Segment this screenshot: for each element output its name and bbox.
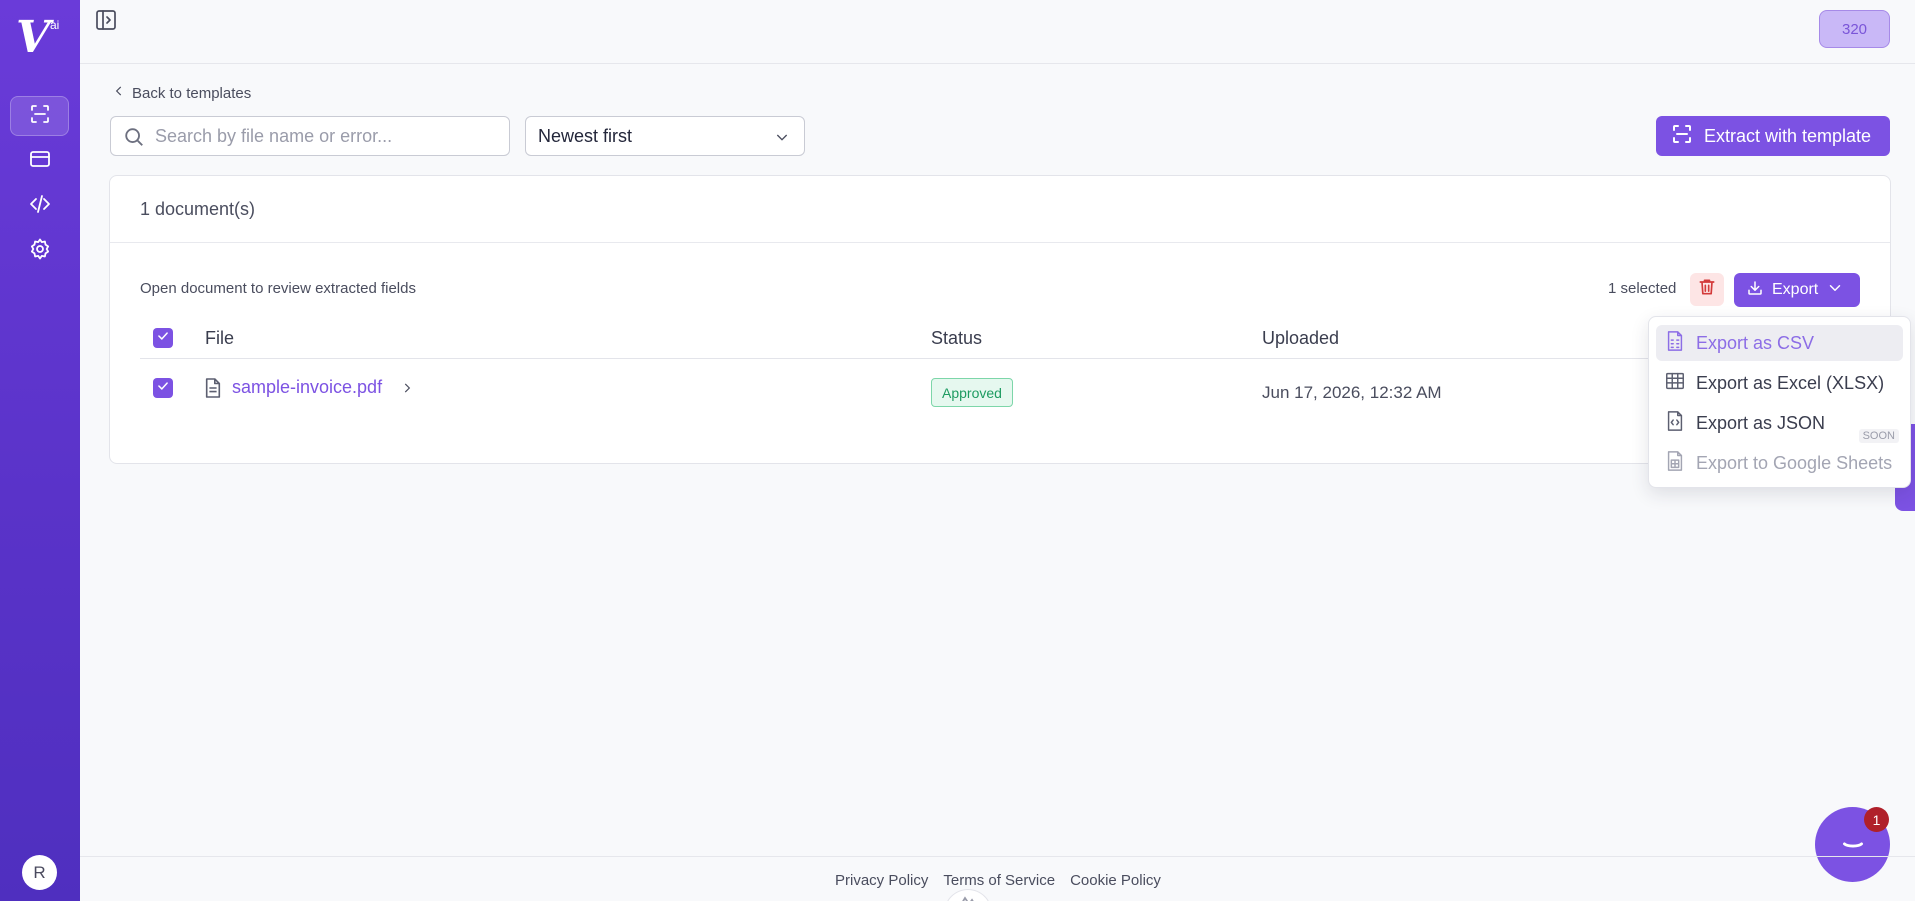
credits-badge[interactable]: 320	[1819, 10, 1890, 48]
table-header: File Status Uploaded	[140, 316, 1862, 359]
topbar: 320	[80, 0, 1915, 64]
file-cell: sample-invoice.pdf	[204, 377, 414, 398]
sidebar-item-billing[interactable]	[10, 141, 69, 181]
search-input[interactable]	[155, 117, 495, 155]
export-menu: Export as CSV Export as Excel (XLSX) Exp…	[1648, 316, 1911, 488]
search-box	[110, 116, 510, 156]
back-link-label: Back to templates	[132, 84, 252, 102]
chevron-down-icon	[774, 129, 790, 145]
chevron-down-icon	[1826, 279, 1844, 302]
code-icon	[28, 192, 52, 221]
sidebar-toggle-icon[interactable]	[94, 8, 118, 32]
review-hint: Open document to review extracted fields	[140, 280, 416, 297]
search-icon	[123, 126, 145, 148]
avatar[interactable]: R	[22, 855, 57, 890]
menu-item-label: Export as JSON	[1696, 412, 1826, 433]
column-header-uploaded[interactable]: Uploaded	[1262, 328, 1339, 349]
selected-count: 1 selected	[1608, 280, 1677, 297]
extract-button-label: Extract with template	[1704, 125, 1872, 146]
download-icon	[1746, 279, 1764, 302]
cookie-policy-link[interactable]: Cookie Policy	[1070, 872, 1161, 889]
file-csv-icon	[1664, 330, 1686, 357]
chat-unread-badge: 1	[1864, 807, 1889, 832]
menu-item-label: Export to Google Sheets	[1696, 452, 1893, 473]
export-google-sheets-option: SOON Export to Google Sheets	[1656, 429, 1903, 481]
logo-suffix: ai	[50, 18, 60, 32]
menu-item-label: Export as Excel (XLSX)	[1696, 372, 1885, 393]
documents-card: 1 document(s) Open document to review ex…	[109, 175, 1891, 464]
column-header-status[interactable]: Status	[931, 328, 982, 349]
check-icon	[156, 329, 170, 348]
soon-badge: SOON	[1858, 429, 1899, 443]
chevron-right-icon[interactable]	[400, 381, 414, 395]
chevron-left-icon	[112, 84, 126, 102]
sheets-icon	[1664, 450, 1686, 477]
row-checkbox[interactable]	[153, 378, 173, 398]
uploaded-date: Jun 17, 2026, 12:32 AM	[1262, 383, 1442, 402]
sidebar-item-api[interactable]	[10, 186, 69, 226]
footer: Privacy Policy Terms of Service Cookie P…	[80, 856, 1915, 901]
export-button[interactable]: Export	[1734, 273, 1860, 307]
export-xlsx-option[interactable]: Export as Excel (XLSX)	[1656, 365, 1903, 401]
gear-icon	[28, 237, 52, 266]
back-to-templates-link[interactable]: Back to templates	[112, 82, 251, 104]
scan-icon	[1670, 122, 1694, 151]
terms-of-service-link[interactable]: Terms of Service	[943, 872, 1055, 889]
trash-icon	[1697, 277, 1717, 302]
sidebar-item-settings[interactable]	[10, 231, 69, 271]
document-count: 1 document(s)	[110, 176, 1890, 243]
sidebar-item-extract[interactable]	[10, 96, 69, 136]
delete-selected-button[interactable]	[1690, 273, 1724, 306]
credit-card-icon	[28, 147, 52, 176]
column-header-file[interactable]: File	[205, 328, 234, 349]
sidebar: V ai R	[0, 0, 80, 901]
check-icon	[156, 379, 170, 398]
table-icon	[1664, 370, 1686, 397]
app-logo[interactable]: V ai	[16, 12, 66, 63]
extract-with-template-button[interactable]: Extract with template	[1656, 116, 1890, 156]
export-button-label: Export	[1772, 281, 1819, 298]
footer-logo-icon	[944, 889, 992, 901]
sort-selected-value: Newest first	[538, 125, 633, 146]
privacy-policy-link[interactable]: Privacy Policy	[835, 872, 928, 889]
logo-letter: V	[16, 12, 51, 63]
sort-select[interactable]: Newest first	[525, 116, 805, 156]
export-csv-option[interactable]: Export as CSV	[1656, 325, 1903, 361]
select-all-checkbox[interactable]	[153, 328, 173, 348]
file-json-icon	[1664, 410, 1686, 437]
status-badge: Approved	[931, 378, 1013, 407]
document-icon	[204, 377, 222, 398]
menu-item-label: Export as CSV	[1696, 332, 1815, 353]
footer-links: Privacy Policy Terms of Service Cookie P…	[835, 872, 1161, 889]
table-row[interactable]: sample-invoice.pdf Approved Jun 17, 2026…	[140, 360, 1862, 418]
scan-icon	[28, 102, 52, 131]
file-name-link[interactable]: sample-invoice.pdf	[232, 377, 382, 398]
